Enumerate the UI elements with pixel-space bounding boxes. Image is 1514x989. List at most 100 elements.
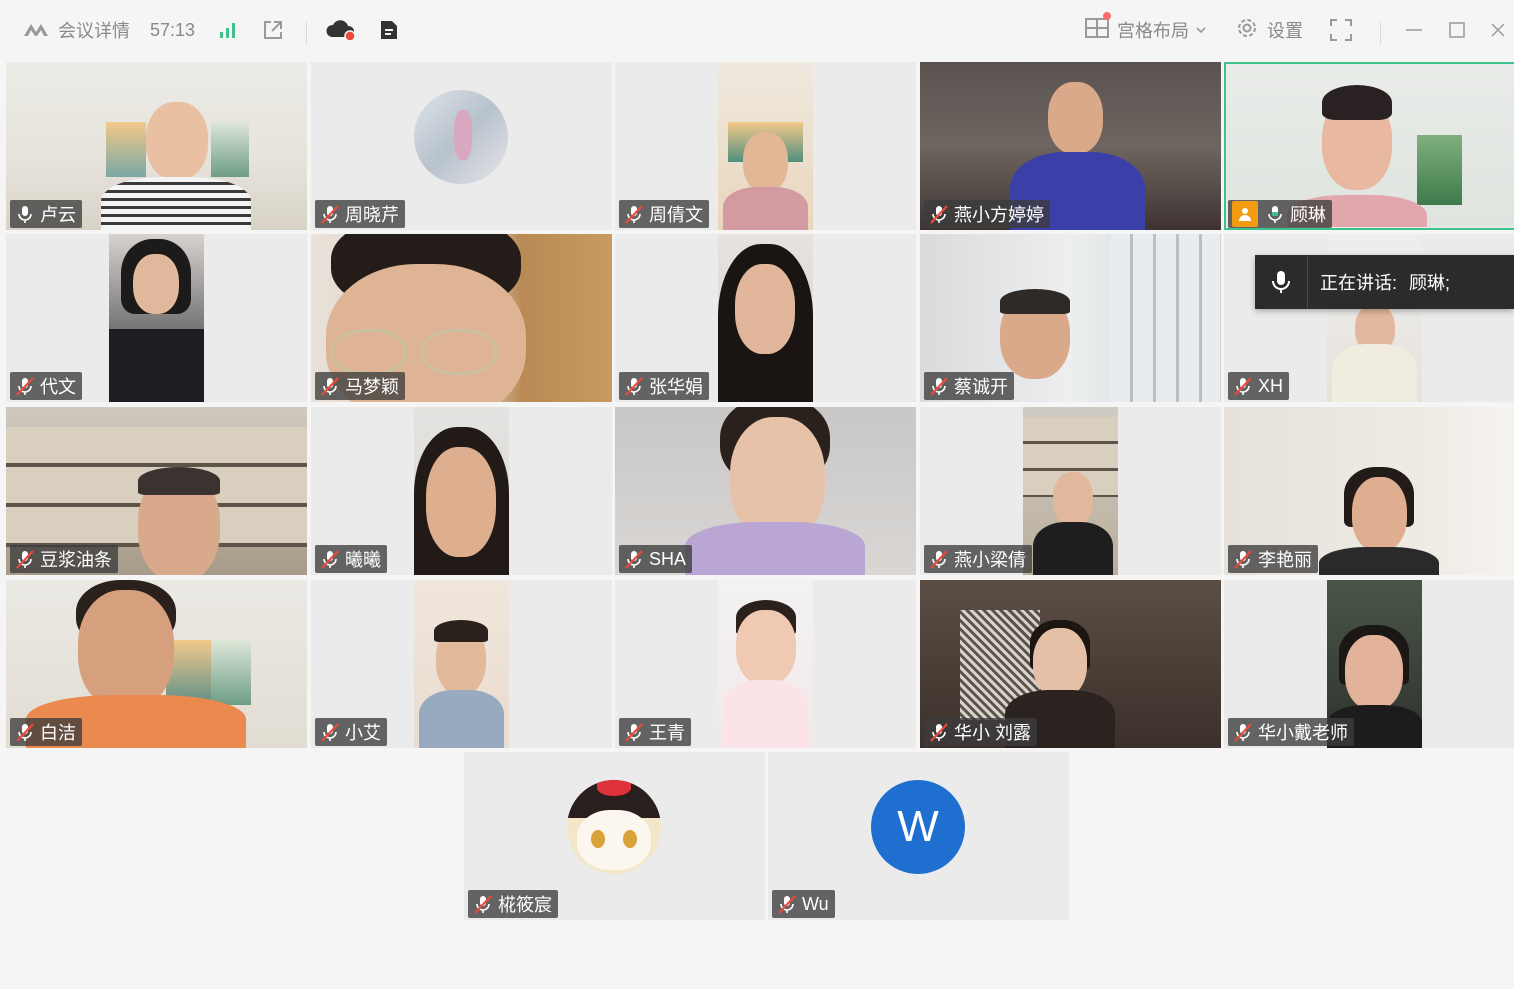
participant-tile[interactable]: 椛筱宸: [464, 752, 765, 920]
participant-tile[interactable]: 燕小方婷婷: [920, 62, 1221, 230]
participant-tile[interactable]: 卢云: [6, 62, 307, 230]
mic-muted-icon: [930, 377, 948, 396]
participant-name: 椛筱宸: [498, 895, 552, 915]
participant-nameplate: 燕小方婷婷: [924, 200, 1050, 228]
participant-name: 李艳丽: [1258, 550, 1312, 570]
document-icon[interactable]: [377, 0, 401, 60]
video-feed: [718, 62, 813, 230]
notification-dot: [1103, 11, 1111, 20]
minimize-icon[interactable]: [1405, 0, 1423, 60]
participant-name: 周晓芹: [345, 205, 399, 225]
participant-nameplate: 王青: [619, 718, 691, 746]
host-badge-icon: [1232, 201, 1258, 227]
participant-tile[interactable]: 代文: [6, 234, 307, 402]
cloud-record-icon[interactable]: [325, 0, 357, 60]
mic-muted-icon: [474, 895, 492, 914]
participant-name: XH: [1258, 375, 1284, 396]
participant-tile[interactable]: 豆浆油条: [6, 407, 307, 575]
participant-tile[interactable]: 周倩文: [615, 62, 916, 230]
participant-nameplate: XH: [1228, 372, 1290, 400]
participant-nameplate: 卢云: [10, 200, 82, 228]
participant-tile[interactable]: 王青: [615, 580, 916, 748]
mic-muted-icon: [930, 550, 948, 569]
participant-tile[interactable]: 马梦颖: [311, 234, 612, 402]
participant-name: 卢云: [40, 205, 76, 225]
speaking-label: 正在讲话:: [1320, 273, 1398, 293]
participant-tile[interactable]: 白洁: [6, 580, 307, 748]
participant-name: 华小戴老师: [1258, 723, 1348, 743]
video-feed: [718, 580, 813, 748]
participant-tile[interactable]: 燕小梁倩: [920, 407, 1221, 575]
microphone-icon: [1255, 255, 1308, 309]
video-feed: [414, 407, 509, 575]
signal-strength-icon[interactable]: [218, 0, 238, 60]
maximize-icon[interactable]: [1448, 0, 1466, 60]
meeting-details-button[interactable]: 会议详情: [58, 0, 130, 60]
participant-nameplate: 燕小梁倩: [924, 545, 1032, 573]
participant-name: 顾琳: [1290, 205, 1326, 225]
meeting-details-label: 会议详情: [58, 21, 130, 41]
mic-muted-icon: [321, 377, 339, 396]
participant-nameplate: 张华娟: [619, 372, 709, 400]
video-feed: [718, 234, 813, 402]
participant-nameplate: 椛筱宸: [468, 890, 558, 918]
participant-name: 小艾: [345, 723, 381, 743]
speaking-names: 顾琳;: [1409, 273, 1451, 293]
participant-tile[interactable]: W Wu: [768, 752, 1069, 920]
settings-label: 设置: [1267, 21, 1303, 41]
participant-nameplate: 小艾: [315, 718, 387, 746]
mic-muted-icon: [321, 550, 339, 569]
participant-tile[interactable]: 蔡诚开: [920, 234, 1221, 402]
mic-icon: [18, 206, 32, 223]
participant-tile[interactable]: 李艳丽: [1224, 407, 1514, 575]
mic-muted-icon: [930, 205, 948, 224]
grid-layout-label: 宫格布局: [1117, 21, 1189, 41]
participant-tile[interactable]: 张华娟: [615, 234, 916, 402]
participant-tile-active-speaker[interactable]: 顾琳: [1224, 62, 1514, 230]
participant-name: 周倩文: [649, 205, 703, 225]
participant-tile[interactable]: SHA: [615, 407, 916, 575]
grid-layout-button[interactable]: 宫格布局: [1085, 0, 1207, 60]
participant-nameplate: 代文: [10, 372, 82, 400]
mic-active-icon: [1268, 206, 1282, 223]
participant-name: 马梦颖: [345, 377, 399, 397]
participant-tile[interactable]: 华小戴老师: [1224, 580, 1514, 748]
close-icon[interactable]: [1489, 0, 1507, 60]
participant-nameplate: 蔡诚开: [924, 372, 1014, 400]
fullscreen-icon[interactable]: [1329, 0, 1353, 60]
grid-layout-icon: [1085, 11, 1111, 44]
participant-tile[interactable]: 曦曦: [311, 407, 612, 575]
participant-name: 张华娟: [649, 377, 703, 397]
speaking-indicator: 正在讲话: 顾琳;: [1255, 255, 1514, 309]
participant-name: 王青: [649, 723, 685, 743]
participant-name: 豆浆油条: [40, 550, 112, 570]
mic-muted-icon: [16, 377, 34, 396]
participant-tile[interactable]: 小艾: [311, 580, 612, 748]
video-feed: [1023, 407, 1118, 575]
participant-tile[interactable]: 周晓芹: [311, 62, 612, 230]
avatar-letter: W: [897, 802, 939, 851]
video-feed: [109, 234, 204, 402]
meeting-timer: 57:13: [150, 0, 195, 60]
participant-name: 曦曦: [345, 550, 381, 570]
mic-muted-icon: [625, 723, 643, 742]
participant-nameplate: 曦曦: [315, 545, 387, 573]
settings-button[interactable]: 设置: [1235, 0, 1303, 60]
participant-nameplate: 华小戴老师: [1228, 718, 1354, 746]
participant-nameplate: Wu: [772, 890, 835, 918]
mic-muted-icon: [321, 205, 339, 224]
participant-tile[interactable]: 华小 刘露: [920, 580, 1221, 748]
mic-muted-icon: [16, 550, 34, 569]
video-feed: [414, 580, 509, 748]
participant-name: 华小 刘露: [954, 723, 1032, 743]
mic-muted-icon: [930, 723, 948, 742]
share-out-icon[interactable]: [261, 0, 285, 60]
top-toolbar: 会议详情 57:13 宫格布局 设置: [0, 0, 1514, 60]
participant-nameplate: SHA: [619, 545, 693, 573]
mic-muted-icon: [16, 723, 34, 742]
participant-nameplate: 豆浆油条: [10, 545, 118, 573]
participant-name: 燕小梁倩: [954, 550, 1026, 570]
participant-name: 代文: [40, 377, 76, 397]
mic-muted-icon: [321, 723, 339, 742]
timer-label: 57:13: [150, 19, 196, 40]
